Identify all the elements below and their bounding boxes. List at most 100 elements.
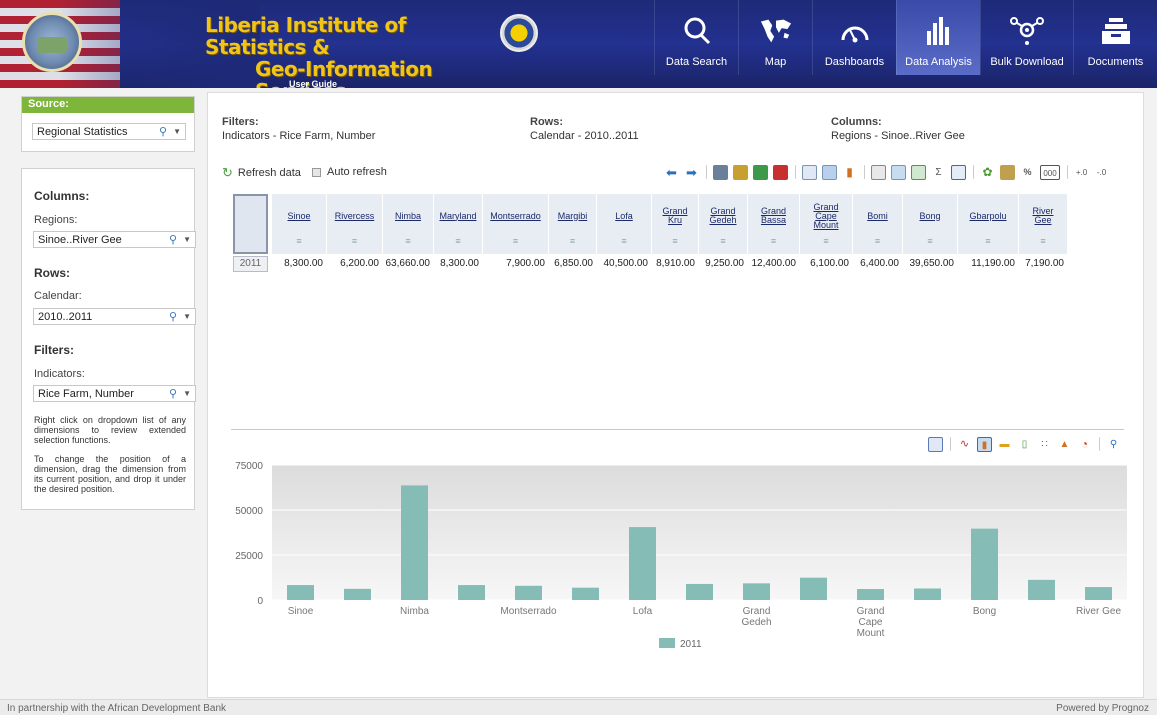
nav-map[interactable]: Map xyxy=(738,0,812,75)
decrease-decimals-icon[interactable]: -.0 xyxy=(1094,165,1109,180)
rows-select[interactable]: 2010..2011 ⚲ ▼ xyxy=(33,308,196,325)
area-chart-icon[interactable]: ▲ xyxy=(1057,437,1072,452)
column-header-label[interactable]: Margibi xyxy=(549,200,596,232)
search-icon[interactable]: ⚲ xyxy=(169,310,177,323)
document-stack-icon xyxy=(1099,14,1133,48)
filter-icon[interactable]: ≡ xyxy=(699,236,747,246)
column-header-label[interactable]: Lofa xyxy=(597,200,651,232)
print-icon[interactable] xyxy=(713,164,728,180)
chart-settings-icon[interactable] xyxy=(928,436,943,452)
line-chart-icon[interactable]: ∿ xyxy=(957,437,972,452)
bar xyxy=(1085,587,1112,600)
column-header-label[interactable]: Grand Kru xyxy=(652,200,698,232)
chart-view-icon[interactable]: ▮ xyxy=(842,165,857,180)
filter-icon[interactable]: ≡ xyxy=(272,236,326,246)
column-header-label[interactable]: Bong xyxy=(903,200,957,232)
percent-icon[interactable]: % xyxy=(1020,165,1035,180)
filter-icon[interactable]: ≡ xyxy=(483,236,548,246)
column-header-label[interactable]: Montserrado xyxy=(483,200,548,232)
filter-icon[interactable]: ≡ xyxy=(1019,236,1067,246)
filters-select[interactable]: Rice Farm, Number ⚲ ▼ xyxy=(33,385,196,402)
chevron-down-icon[interactable]: ▼ xyxy=(183,389,191,398)
horizontal-bar-chart-icon[interactable]: ▬ xyxy=(997,437,1012,452)
column-header[interactable]: Margibi ≡ xyxy=(549,194,597,254)
source-select[interactable]: Regional Statistics ⚲ ▼ xyxy=(32,123,186,140)
column-header[interactable]: River Gee ≡ xyxy=(1019,194,1068,254)
filter-icon[interactable]: ≡ xyxy=(434,236,482,246)
x-tick-label: Mount xyxy=(857,628,885,639)
columns-select[interactable]: Sinoe..River Gee ⚲ ▼ xyxy=(33,231,196,248)
chevron-down-icon[interactable]: ▼ xyxy=(173,127,181,136)
nav-bulk-download[interactable]: Bulk Download xyxy=(980,0,1073,75)
nav-documents[interactable]: Documents xyxy=(1073,0,1157,75)
refresh-data-button[interactable]: ↻ Refresh data xyxy=(222,165,301,181)
grid-icon[interactable] xyxy=(951,164,966,180)
stacked-bar-chart-icon[interactable]: ▯ xyxy=(1017,437,1032,452)
column-header[interactable]: Grand Bassa ≡ xyxy=(748,194,800,254)
thousands-separator-icon[interactable]: 000 xyxy=(1040,164,1060,180)
column-header[interactable]: Grand Cape Mount ≡ xyxy=(800,194,853,254)
filter-icon[interactable]: ≡ xyxy=(597,236,651,246)
column-header[interactable]: Montserrado ≡ xyxy=(483,194,549,254)
layout-split-icon[interactable] xyxy=(891,164,906,180)
filter-icon[interactable]: ≡ xyxy=(853,236,902,246)
indicator-icon[interactable] xyxy=(1000,164,1015,180)
nav-data-search[interactable]: Data Search xyxy=(654,0,738,75)
grid-corner-cell[interactable] xyxy=(233,194,268,254)
filter-icon[interactable]: ≡ xyxy=(652,236,698,246)
sum-icon[interactable]: Σ xyxy=(931,165,946,180)
layout-icon[interactable] xyxy=(871,164,886,180)
filter-icon[interactable]: ≡ xyxy=(958,236,1018,246)
column-header[interactable]: Lofa ≡ xyxy=(597,194,652,254)
column-header[interactable]: Rivercess ≡ xyxy=(327,194,383,254)
column-header-label[interactable]: Grand Gedeh xyxy=(699,200,747,232)
table-view-icon[interactable] xyxy=(802,164,817,180)
column-header[interactable]: Grand Kru ≡ xyxy=(652,194,699,254)
arrow-right-icon[interactable]: ➡ xyxy=(684,165,699,180)
search-icon[interactable]: ⚲ xyxy=(169,387,177,400)
table-chart-view-icon[interactable] xyxy=(822,164,837,180)
column-header-label[interactable]: Bomi xyxy=(853,200,902,232)
filter-icon[interactable]: ≡ xyxy=(903,236,957,246)
increase-decimals-icon[interactable]: +.0 xyxy=(1074,165,1089,180)
chevron-down-icon[interactable]: ▼ xyxy=(183,312,191,321)
chevron-down-icon[interactable]: ▼ xyxy=(183,235,191,244)
filter-icon[interactable]: ≡ xyxy=(800,236,852,246)
filter-icon[interactable]: ≡ xyxy=(549,236,596,246)
column-header[interactable]: Sinoe ≡ xyxy=(272,194,327,254)
column-header-label[interactable]: Sinoe xyxy=(272,200,326,232)
filter-icon[interactable]: ≡ xyxy=(383,236,433,246)
column-header[interactable]: Gbarpolu ≡ xyxy=(958,194,1019,254)
column-header-label[interactable]: Maryland xyxy=(434,200,482,232)
settings-icon[interactable]: ✿ xyxy=(980,165,995,180)
filter-icon[interactable]: ≡ xyxy=(748,236,799,246)
column-header[interactable]: Bong ≡ xyxy=(903,194,958,254)
row-header-2011[interactable]: 2011 xyxy=(233,256,268,272)
pdf-export-icon[interactable] xyxy=(773,164,788,180)
column-header-label[interactable]: Grand Cape Mount xyxy=(800,200,852,232)
search-icon[interactable]: ⚲ xyxy=(159,125,167,138)
excel-export-icon[interactable] xyxy=(753,164,768,180)
column-header-label[interactable]: Grand Bassa xyxy=(748,200,799,232)
arrow-left-icon[interactable]: ⬅ xyxy=(664,165,679,180)
column-header-label[interactable]: Nimba xyxy=(383,200,433,232)
export-icon[interactable] xyxy=(733,164,748,180)
column-header[interactable]: Maryland ≡ xyxy=(434,194,483,254)
nav-data-analysis[interactable]: Data Analysis xyxy=(896,0,980,75)
zoom-icon[interactable]: ⚲ xyxy=(1106,437,1121,452)
column-header-label[interactable]: River Gee xyxy=(1019,200,1067,232)
column-header-label[interactable]: Rivercess xyxy=(327,200,382,232)
layout-green-icon[interactable] xyxy=(911,164,926,180)
column-header[interactable]: Bomi ≡ xyxy=(853,194,903,254)
user-guide-link[interactable]: User Guide xyxy=(289,79,337,88)
nav-dashboards[interactable]: Dashboards xyxy=(812,0,896,75)
auto-refresh-checkbox[interactable]: Auto refresh xyxy=(312,166,387,178)
column-header[interactable]: Nimba ≡ xyxy=(383,194,434,254)
column-header-label[interactable]: Gbarpolu xyxy=(958,200,1018,232)
column-header[interactable]: Grand Gedeh ≡ xyxy=(699,194,748,254)
pie-chart-icon[interactable]: ◔ xyxy=(1077,437,1092,452)
search-icon[interactable]: ⚲ xyxy=(169,233,177,246)
scatter-chart-icon[interactable]: ∷ xyxy=(1037,437,1052,452)
filter-icon[interactable]: ≡ xyxy=(327,236,382,246)
bar-chart-icon[interactable]: ▮ xyxy=(977,436,992,452)
